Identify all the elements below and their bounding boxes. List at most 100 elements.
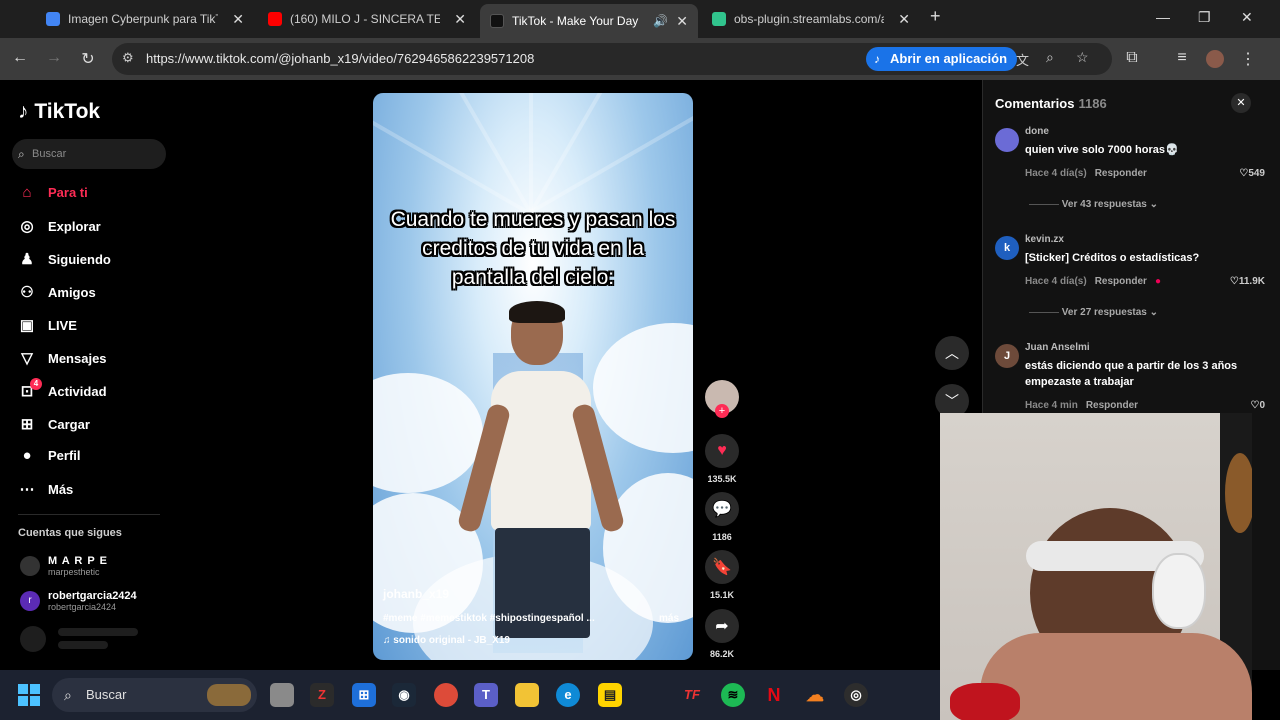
sidebar-item-actividad[interactable]: ⊡ 4 Actividad [18, 378, 107, 400]
close-icon[interactable]: ✕ [898, 11, 910, 28]
translate-icon[interactable]: 文 [1016, 50, 1029, 69]
sticky-notes-icon[interactable]: ▤ [598, 683, 622, 707]
zoom-icon[interactable]: ⌕ [1046, 49, 1054, 66]
comment-text: [Sticker] Créditos o estadísticas? [1025, 252, 1200, 264]
previous-video-button[interactable]: ︿ [935, 336, 969, 370]
sidebar-item-mensajes[interactable]: ▽ Mensajes [18, 349, 106, 367]
minimize-button[interactable]: — [1156, 9, 1170, 25]
tiktok-logo[interactable]: ♪ TikTok [18, 100, 100, 124]
close-icon[interactable]: ✕ [676, 13, 688, 30]
cloudflare-icon[interactable]: ☁ [803, 683, 827, 707]
avatar[interactable]: J [995, 344, 1019, 368]
tab-youtube[interactable]: (160) MILO J - SINCERA TE (Vid ✕ [258, 4, 476, 34]
reload-icon[interactable]: ↻ [78, 49, 98, 69]
windows-taskbar: ⌕ Buscar Z ⊞ ◉ T e ▤ TF ≋ N ☁ ◎ [0, 670, 940, 720]
comment-icon: 💬 [705, 492, 739, 526]
sidebar-item-para-ti[interactable]: ⌂ Para ti [18, 184, 87, 201]
file-explorer-icon[interactable] [515, 683, 539, 707]
new-tab-button[interactable]: + [930, 6, 941, 27]
comment-button[interactable]: 💬 1186 [704, 492, 740, 542]
forward-icon[interactable]: → [44, 49, 64, 67]
creator-avatar-button[interactable]: + [704, 380, 740, 418]
edge-icon[interactable]: e [556, 683, 580, 707]
close-comments-button[interactable]: ✕ [1231, 93, 1251, 113]
sidebar-item-perfil[interactable]: ● Perfil [18, 447, 81, 464]
obs-icon[interactable]: ◎ [844, 683, 868, 707]
tab-tiktok[interactable]: TikTok - Make Your Day 🔊 ✕ [480, 4, 698, 38]
comment-user[interactable]: Juan Anselmi [1025, 342, 1090, 353]
teams-icon[interactable]: T [474, 683, 498, 707]
close-window-button[interactable]: ✕ [1241, 9, 1253, 26]
comment-like-button[interactable]: ♡0 [1215, 400, 1265, 411]
sidebar-item-label: Perfil [48, 448, 81, 463]
tf-app-icon[interactable]: TF [680, 683, 704, 707]
extensions-icon[interactable]: ⧉ [1122, 49, 1142, 67]
netflix-icon[interactable]: N [762, 683, 786, 707]
avatar[interactable] [995, 128, 1019, 152]
view-replies-button[interactable]: ——— Ver 43 respuestas ⌄ [1029, 199, 1158, 210]
comment-user[interactable]: done [1025, 126, 1049, 137]
sidebar-item-mas[interactable]: ⋯ Más [18, 480, 74, 498]
task-view-icon[interactable] [270, 683, 294, 707]
address-bar[interactable]: ⚙ https://www.tiktok.com/@johanb_x19/vid… [112, 43, 1112, 75]
save-button[interactable]: 🔖 15.1K [704, 550, 740, 600]
windows-start-icon[interactable] [18, 684, 40, 706]
more-link[interactable]: más [659, 613, 679, 624]
speaker-icon[interactable]: 🔊 [653, 14, 668, 28]
comment-count: 1186 [712, 532, 732, 542]
comment-like-button[interactable]: ♡11.9K [1215, 276, 1265, 287]
person-figure [456, 301, 626, 660]
app-icon[interactable]: Z [310, 683, 334, 707]
comment-user[interactable]: kevin.zx [1025, 234, 1064, 245]
bookmark-star-icon[interactable]: ☆ [1076, 49, 1089, 66]
webcam-overlay [940, 413, 1252, 720]
share-button[interactable]: ➦ 86.2K [704, 609, 740, 659]
close-icon[interactable]: ✕ [232, 11, 244, 28]
following-accounts-title: Cuentas que sigues [18, 527, 122, 539]
reply-button[interactable]: Responder [1086, 400, 1138, 411]
sidebar-item-label: Actividad [48, 383, 107, 399]
open-app-label: Abrir en aplicación [890, 51, 1008, 66]
sidebar-item-amigos[interactable]: ⚇ Amigos [18, 283, 95, 301]
account-item[interactable]: M A R P Emarpesthetic [20, 555, 108, 577]
profile-avatar[interactable] [1206, 50, 1224, 68]
tab-cyberpunk[interactable]: Imagen Cyberpunk para TikTok ✕ [36, 4, 254, 34]
search-icon: ⌕ [18, 147, 25, 161]
upload-icon: ⊞ [20, 416, 34, 433]
comment-meta: Hace 4 min Responder [1025, 400, 1138, 411]
steam-icon[interactable]: ◉ [392, 683, 416, 707]
menu-icon[interactable]: ⋮ [1238, 49, 1258, 69]
video-hashtags[interactable]: #meme #memestiktok #shipostingespañol ..… [383, 613, 623, 624]
tab-streamlabs[interactable]: obs-plugin.streamlabs.com/aut ✕ [702, 4, 920, 34]
sidebar-item-label: LIVE [48, 317, 77, 333]
chrome-icon[interactable] [434, 683, 458, 707]
restore-button[interactable]: ❐ [1198, 9, 1211, 26]
view-replies-button[interactable]: ——— Ver 27 respuestas ⌄ [1029, 307, 1158, 318]
spotify-icon[interactable]: ≋ [721, 683, 745, 707]
sidebar-item-live[interactable]: ▣ LIVE [18, 316, 77, 334]
media-icon[interactable]: ≡ [1172, 49, 1192, 67]
sidebar-item-siguiendo[interactable]: ♟ Siguiendo [18, 250, 111, 268]
logo-square [30, 696, 40, 706]
reply-button[interactable]: Responder [1095, 276, 1147, 287]
back-icon[interactable]: ← [10, 49, 30, 67]
account-item[interactable]: r robertgarcia2424 robertgarcia2424 [20, 590, 137, 612]
sidebar-item-cargar[interactable]: ⊞ Cargar [18, 415, 90, 433]
close-icon[interactable]: ✕ [454, 11, 466, 28]
search-input[interactable]: ⌕ Buscar [12, 139, 166, 169]
compass-icon: ◎ [20, 218, 34, 235]
sidebar-item-explorar[interactable]: ◎ Explorar [18, 217, 100, 235]
avatar[interactable]: k [995, 236, 1019, 260]
like-button[interactable]: ♥ 135.5K [704, 434, 740, 484]
open-in-app-button[interactable]: ♪ Abrir en aplicación [866, 47, 1018, 71]
store-icon[interactable]: ⊞ [352, 683, 376, 707]
video-player[interactable]: Cuando te mueres y pasan los creditos de… [373, 93, 693, 660]
site-info-icon[interactable]: ⚙ [122, 50, 134, 66]
video-sound[interactable]: ♫ sonido original - JB_X19 [383, 635, 510, 646]
url-text[interactable]: https://www.tiktok.com/@johanb_x19/video… [146, 51, 534, 66]
reply-button[interactable]: Responder [1095, 168, 1147, 179]
follow-plus-icon[interactable]: + [715, 404, 729, 418]
video-author[interactable]: johanb_x19 [383, 587, 449, 601]
comment-like-button[interactable]: ♡549 [1215, 168, 1265, 179]
taskbar-search[interactable]: ⌕ Buscar [52, 678, 257, 712]
